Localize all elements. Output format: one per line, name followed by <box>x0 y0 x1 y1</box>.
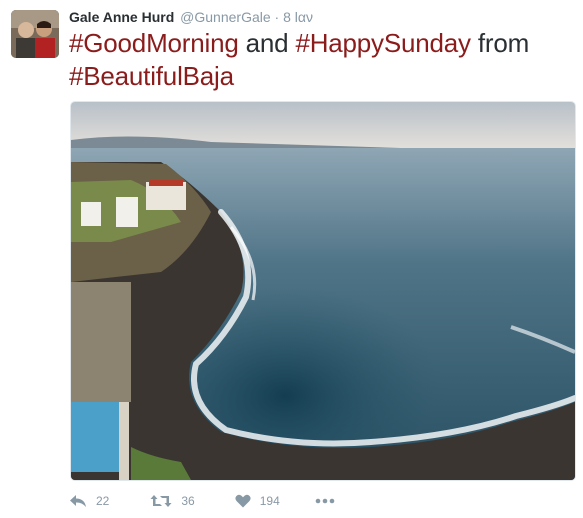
tweet-text-from: from <box>470 28 530 58</box>
hashtag-happysunday[interactable]: #HappySunday <box>295 28 471 58</box>
retweet-count: 36 <box>181 494 195 508</box>
author-name[interactable]: Gale Anne Hurd <box>69 9 174 25</box>
hashtag-beautifulbaja[interactable]: #BeautifulBaja <box>69 61 234 91</box>
like-count: 194 <box>259 494 280 508</box>
tweet-text: #GoodMorning and #HappySunday from #Beau… <box>69 27 569 93</box>
tweet-timestamp[interactable]: 8 lαν <box>283 9 313 25</box>
more-dots-icon <box>315 498 335 504</box>
like-button[interactable]: 194 <box>235 494 280 508</box>
avatar[interactable] <box>11 10 59 58</box>
tweet-actions: 22 36 194 <box>69 490 335 512</box>
reply-button[interactable]: 22 <box>69 494 109 508</box>
hashtag-goodmorning[interactable]: #GoodMorning <box>69 28 239 58</box>
reply-icon <box>69 494 87 508</box>
reply-count: 22 <box>96 494 110 508</box>
retweet-button[interactable]: 36 <box>150 494 195 508</box>
tweet-header: Gale Anne Hurd @GunnerGale · 8 lαν <box>69 9 313 27</box>
more-button[interactable] <box>315 498 335 504</box>
heart-icon <box>235 494 251 508</box>
retweet-icon <box>150 494 172 508</box>
author-handle[interactable]: @GunnerGale <box>180 9 270 25</box>
tweet-photo[interactable] <box>70 101 576 481</box>
tweet-text-and: and <box>238 28 296 58</box>
header-separator: · <box>274 9 280 25</box>
